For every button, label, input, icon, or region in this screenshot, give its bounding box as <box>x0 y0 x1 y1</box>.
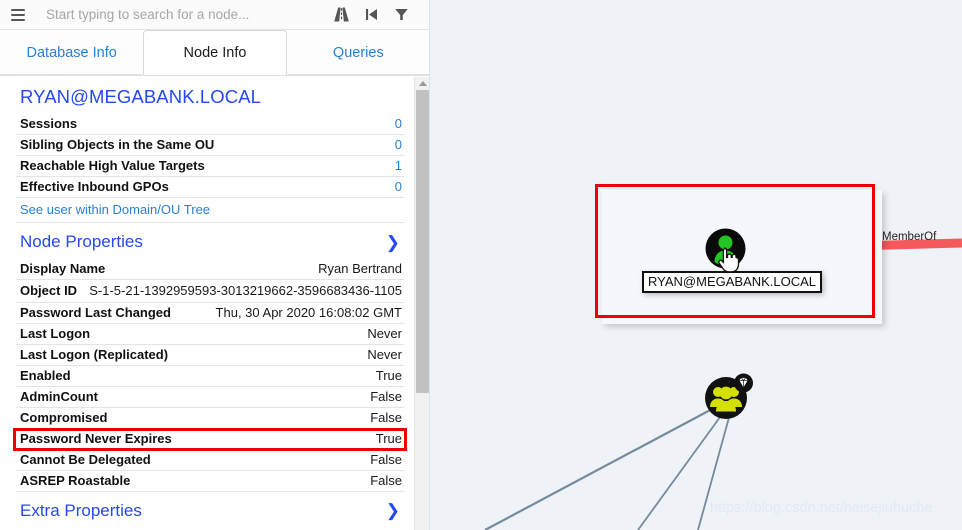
property-value: Ryan Bertrand <box>318 261 402 276</box>
graph-edge-label-memberof: MemberOf <box>882 231 937 243</box>
property-row-cannot-be-delegated: Cannot Be Delegated False <box>16 450 404 471</box>
stat-row-sibling-objects[interactable]: Sibling Objects in the Same OU 0 <box>16 135 404 156</box>
stat-value: 0 <box>394 137 402 152</box>
node-info-body: RYAN@MEGABANK.LOCAL Sessions 0 Sibling O… <box>0 77 429 530</box>
property-row-last-logon: Last Logon Never <box>16 324 404 345</box>
property-label: Compromised <box>20 409 108 425</box>
section-header-extra-properties[interactable]: Extra Properties ❯ <box>16 492 404 528</box>
stat-value: 0 <box>394 179 402 194</box>
page-title: RYAN@MEGABANK.LOCAL <box>20 86 262 107</box>
stat-row-reachable-high-value-targets[interactable]: Reachable High Value Targets 1 <box>16 156 404 177</box>
property-value: False <box>370 472 402 488</box>
chevron-down-icon[interactable]: ❯ <box>386 502 400 519</box>
property-row-password-never-expires: Password Never Expires True <box>13 427 407 451</box>
panel-scrollbar[interactable] <box>414 77 429 530</box>
property-label: Cannot Be Delegated <box>20 451 151 467</box>
section-title: Node Properties <box>20 232 143 251</box>
graph-node-label-selected: RYAN@MEGABANK.LOCAL <box>642 271 823 293</box>
hamburger-icon[interactable] <box>0 0 36 30</box>
stat-row-effective-inbound-gpos[interactable]: Effective Inbound GPOs 0 <box>16 177 404 198</box>
property-value: Thu, 30 Apr 2020 16:08:02 GMT <box>215 304 402 320</box>
property-label: Password Last Changed <box>20 304 171 320</box>
pathfinding-road-icon[interactable] <box>326 0 356 30</box>
scroll-up-arrow-icon[interactable] <box>415 77 429 89</box>
property-value: Never <box>367 346 402 362</box>
left-info-panel: Database Info Node Info Queries RYAN@MEG… <box>0 0 430 530</box>
domain-ou-tree-link-row[interactable]: See user within Domain/OU Tree <box>16 198 404 223</box>
skip-to-start-icon[interactable] <box>356 0 386 30</box>
property-label: Object ID <box>20 283 78 298</box>
property-row-password-last-changed: Password Last Changed Thu, 30 Apr 2020 1… <box>16 303 404 324</box>
property-label: Last Logon (Replicated) <box>20 346 169 362</box>
property-value: True <box>375 367 402 383</box>
filter-icon[interactable] <box>386 0 416 30</box>
property-row-display-name: Display Name Ryan Bertrand <box>16 259 404 280</box>
property-label: Display Name <box>20 261 106 276</box>
property-label: Last Logon <box>20 325 91 341</box>
property-row-enabled: Enabled True <box>16 366 404 387</box>
chevron-down-icon[interactable]: ❯ <box>386 234 400 251</box>
stat-row-sessions[interactable]: Sessions 0 <box>16 114 404 135</box>
property-value: False <box>370 409 402 425</box>
app-root: Database Info Node Info Queries RYAN@MEG… <box>0 0 962 530</box>
property-label: Password Never Expires <box>20 430 172 446</box>
stat-value: 0 <box>394 116 402 131</box>
section-title: Extra Properties <box>20 500 142 520</box>
stat-label: Reachable High Value Targets <box>20 158 205 173</box>
property-value: Never <box>367 325 402 341</box>
graph-canvas[interactable]: RYAN@MEGABANK.LOCAL MemberOf https://blo… <box>430 0 962 530</box>
graph-node-group[interactable] <box>705 372 753 420</box>
section-header-node-properties[interactable]: Node Properties ❯ <box>16 223 404 259</box>
stat-label: Sibling Objects in the Same OU <box>20 137 215 152</box>
property-label: ASREP Roastable <box>20 472 131 488</box>
edge-group-1[interactable] <box>484 399 730 530</box>
property-row-asrep-roastable: ASREP Roastable False <box>16 471 404 492</box>
property-row-compromised: Compromised False <box>16 408 404 429</box>
edge-group-2[interactable] <box>637 401 732 530</box>
property-value: False <box>370 388 402 404</box>
tab-queries[interactable]: Queries <box>286 30 429 75</box>
scrollbar-thumb[interactable] <box>416 90 429 393</box>
stat-label: Effective Inbound GPOs <box>20 179 169 194</box>
tab-node-info[interactable]: Node Info <box>143 30 287 75</box>
property-value: False <box>370 451 402 467</box>
property-value: True <box>375 430 402 446</box>
property-value: S-1-5-21-1392959593-3013219662-359668343… <box>89 283 402 298</box>
stat-value: 1 <box>394 158 402 173</box>
see-user-within-domain-ou-tree-link[interactable]: See user within Domain/OU Tree <box>20 202 210 217</box>
search-input[interactable] <box>36 0 326 29</box>
toolbar-icon-group <box>326 0 429 30</box>
property-label: Enabled <box>20 367 71 383</box>
property-row-object-id: Object ID S-1-5-21-1392959593-3013219662… <box>16 280 404 303</box>
property-row-last-logon-replicated: Last Logon (Replicated) Never <box>16 345 404 366</box>
stat-label: Sessions <box>20 116 78 131</box>
panel-tabs: Database Info Node Info Queries <box>0 30 429 76</box>
search-toolbar <box>0 0 429 30</box>
property-row-admincount: AdminCount False <box>16 387 404 408</box>
property-label: AdminCount <box>20 388 98 404</box>
graph-node-user[interactable] <box>705 228 746 269</box>
tab-database-info[interactable]: Database Info <box>0 30 144 75</box>
